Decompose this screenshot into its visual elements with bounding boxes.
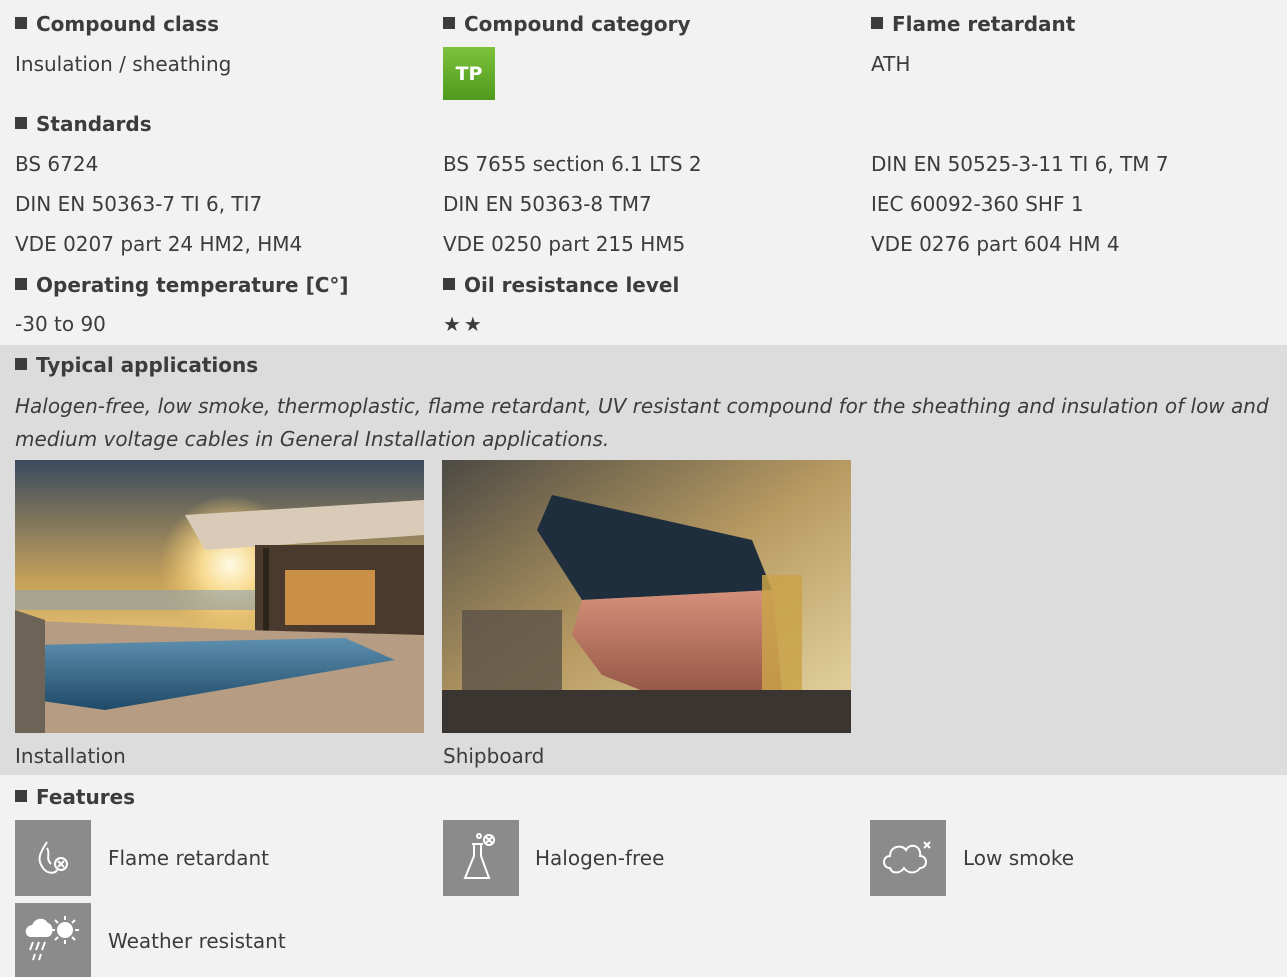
standard-item: IEC 60092-360 SHF 1 (871, 192, 1084, 216)
feature-label: Flame retardant (108, 846, 269, 870)
operating-temperature-heading: Operating temperature [C°] (15, 273, 349, 297)
flame-retardant-icon (15, 820, 91, 896)
standard-item: VDE 0207 part 24 HM2, HM4 (15, 232, 303, 256)
tp-badge: TP (443, 47, 495, 100)
standard-item: VDE 0250 part 215 HM5 (443, 232, 686, 256)
installation-photo (15, 460, 424, 733)
standard-item: DIN EN 50525-3-11 TI 6, TM 7 (871, 152, 1169, 176)
feature-label: Low smoke (963, 846, 1075, 870)
standard-item: BS 7655 section 6.1 LTS 2 (443, 152, 702, 176)
standard-item: BS 6724 (15, 152, 99, 176)
standard-item: DIN EN 50363-7 TI 6, TI7 (15, 192, 263, 216)
flask-icon (443, 820, 519, 896)
installation-caption: Installation (15, 744, 126, 768)
datasheet: Compound class Insulation / sheathing Co… (0, 0, 1287, 977)
standard-item: VDE 0276 part 604 HM 4 (871, 232, 1120, 256)
oil-resistance-stars: ★★ (443, 312, 485, 336)
standards-heading: Standards (15, 112, 152, 136)
weather-icon (15, 903, 91, 977)
typical-applications-heading: Typical applications (15, 353, 258, 377)
applications-description: Halogen-free, low smoke, thermoplastic, … (15, 394, 1269, 451)
features-heading: Features (15, 785, 135, 809)
smoke-cloud-icon (870, 820, 946, 896)
shipboard-photo (442, 460, 851, 733)
operating-temperature-value: -30 to 90 (15, 312, 106, 336)
oil-resistance-heading: Oil resistance level (443, 273, 679, 297)
shipboard-caption: Shipboard (443, 744, 545, 768)
flame-retardant-heading: Flame retardant (871, 12, 1075, 36)
compound-class-value: Insulation / sheathing (15, 52, 232, 76)
feature-label: Weather resistant (108, 929, 286, 953)
compound-category-heading: Compound category (443, 12, 691, 36)
flame-retardant-value: ATH (871, 52, 911, 76)
feature-label: Halogen-free (535, 846, 665, 870)
compound-class-heading: Compound class (15, 12, 219, 36)
standard-item: DIN EN 50363-8 TM7 (443, 192, 652, 216)
